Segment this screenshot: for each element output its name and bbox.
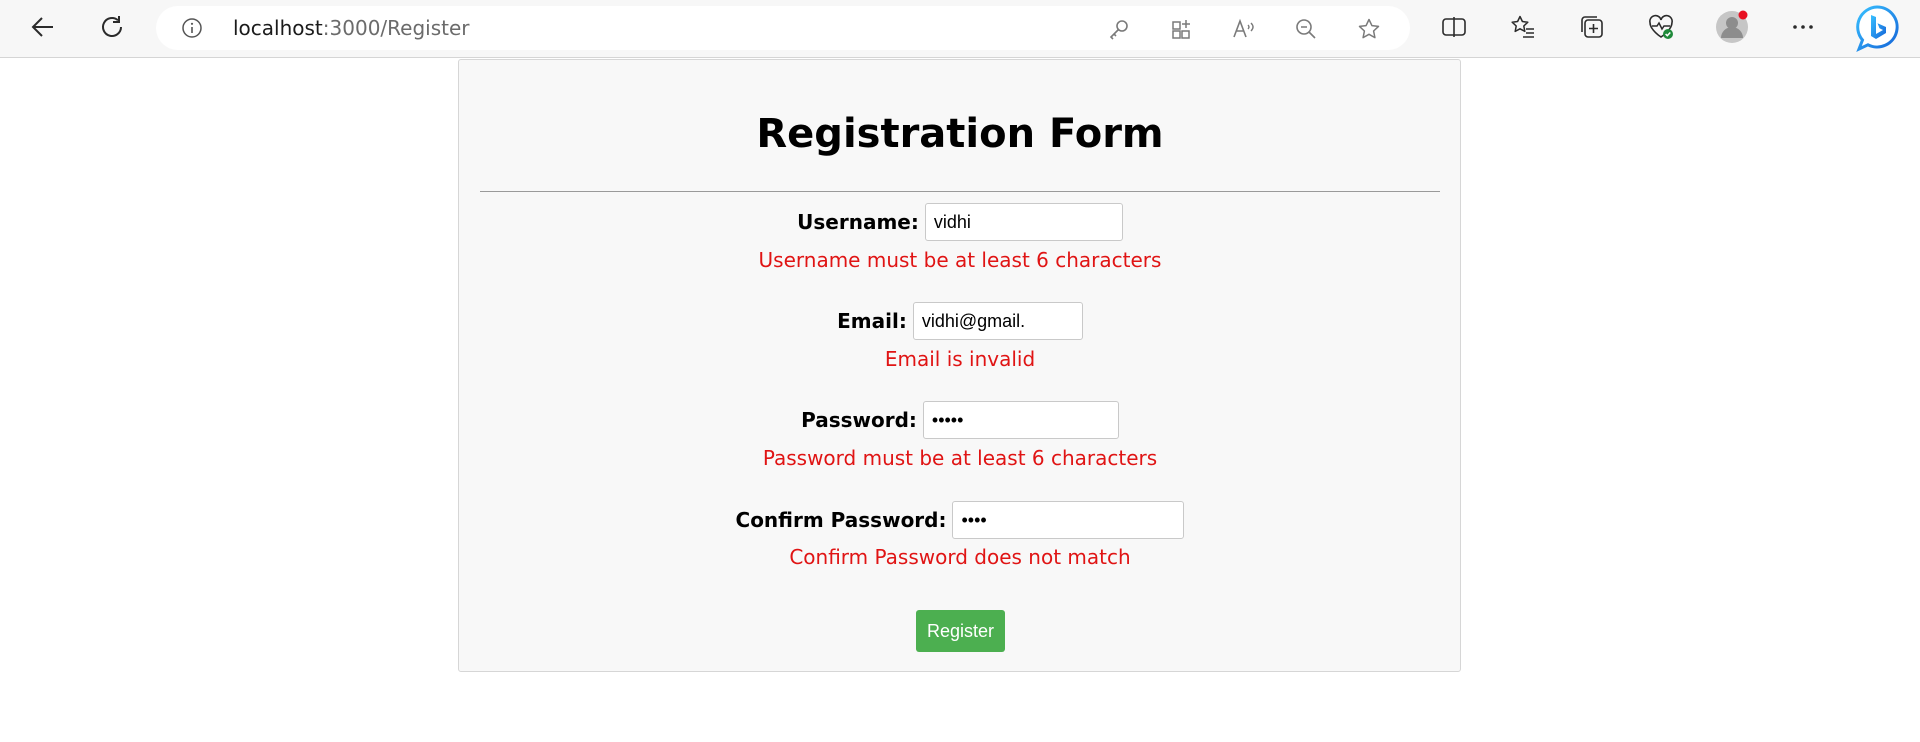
apps-icon[interactable] — [1170, 17, 1194, 41]
back-arrow-icon[interactable] — [23, 7, 63, 47]
email-row: Email: — [0, 300, 1920, 342]
confirm-password-row: Confirm Password: — [0, 499, 1920, 541]
profile-icon[interactable] — [1712, 7, 1752, 47]
confirm-password-error: Confirm Password does not match — [789, 545, 1131, 569]
browser-toolbar: localhost:3000/Register — [0, 0, 1920, 58]
info-icon[interactable] — [182, 18, 202, 38]
password-label: Password: — [801, 408, 917, 432]
read-aloud-icon[interactable] — [1232, 17, 1256, 41]
refresh-icon[interactable] — [92, 7, 132, 47]
password-input[interactable] — [922, 401, 1119, 439]
register-button[interactable]: Register — [916, 610, 1005, 652]
username-row: Username: — [0, 201, 1920, 243]
split-screen-icon[interactable] — [1434, 7, 1474, 47]
bing-copilot-icon[interactable] — [1852, 3, 1902, 53]
username-label: Username: — [797, 210, 919, 234]
username-error: Username must be at least 6 characters — [758, 248, 1162, 272]
password-row: Password: — [0, 399, 1920, 441]
email-input[interactable] — [912, 302, 1083, 340]
favorites-icon[interactable] — [1503, 7, 1543, 47]
star-icon[interactable] — [1357, 17, 1381, 41]
password-error: Password must be at least 6 characters — [762, 446, 1158, 470]
title-divider — [480, 191, 1440, 192]
address-bar[interactable]: localhost:3000/Register — [156, 6, 1410, 50]
confirm-password-label: Confirm Password: — [735, 508, 947, 532]
email-error: Email is invalid — [884, 347, 1036, 371]
key-icon[interactable] — [1107, 17, 1131, 41]
more-icon[interactable] — [1783, 7, 1823, 47]
page-title: Registration Form — [756, 111, 1164, 157]
browser-essentials-icon[interactable] — [1641, 7, 1681, 47]
email-label: Email: — [837, 309, 907, 333]
confirm-password-input[interactable] — [952, 501, 1185, 539]
collections-icon[interactable] — [1572, 7, 1612, 47]
url-host: localhost — [233, 16, 323, 40]
url-path: :3000/Register — [322, 16, 470, 40]
username-input[interactable] — [924, 203, 1123, 241]
zoom-out-icon[interactable] — [1294, 17, 1318, 41]
url-text[interactable]: localhost:3000/Register — [233, 17, 470, 39]
